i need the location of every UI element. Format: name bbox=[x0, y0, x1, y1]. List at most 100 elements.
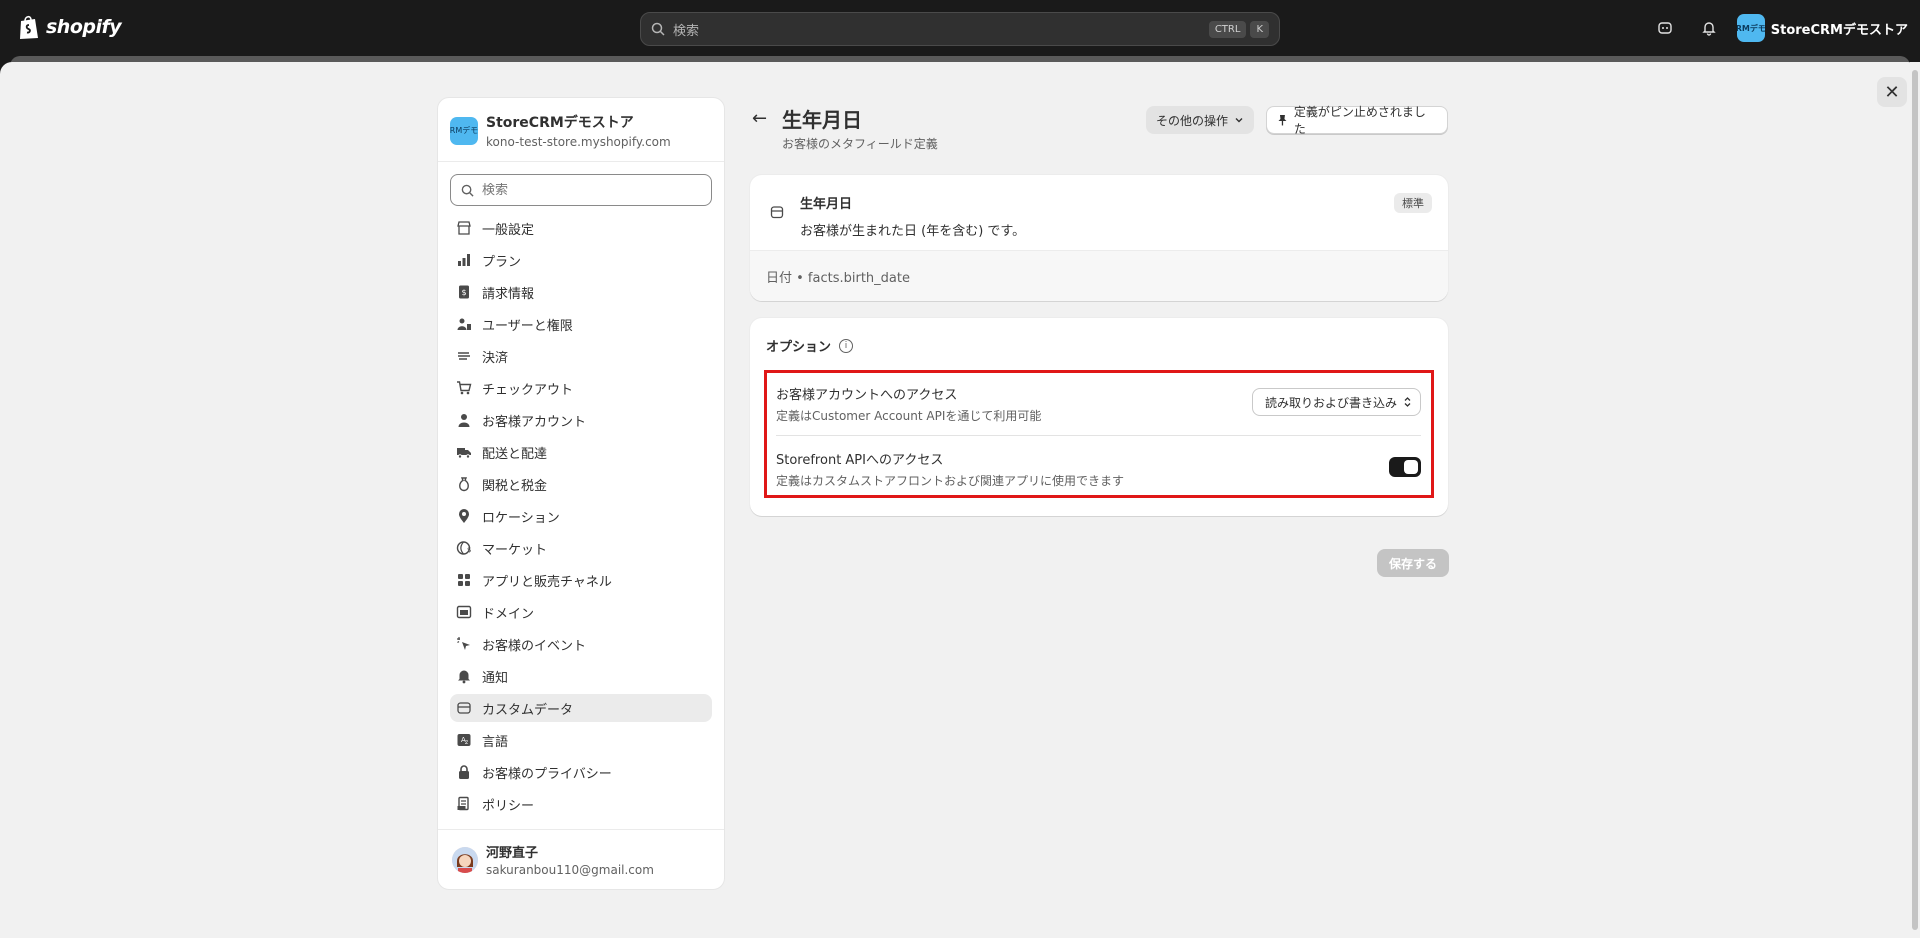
sidebar-item-9[interactable]: 関税と税金 bbox=[450, 470, 712, 498]
pinned-label: 定義がピン止めされました bbox=[1293, 105, 1426, 136]
sidebar-item-label: 請求情報 bbox=[482, 286, 535, 302]
sidebar-item-6[interactable]: チェックアウト bbox=[450, 374, 712, 402]
page-header: ← 生年月日 お客様のメタフィールド定義 その他の操作 定義がピン止めされました bbox=[752, 104, 1448, 152]
notifications-bell-icon[interactable] bbox=[1693, 12, 1725, 44]
global-search[interactable]: 検索 CTRL K bbox=[640, 12, 1280, 46]
sidebar-item-3[interactable]: $ 請求情報 bbox=[450, 278, 712, 306]
sidebar-item-label: チェックアウト bbox=[482, 382, 574, 398]
sidebar-item-15[interactable]: 通知 bbox=[450, 662, 712, 690]
store-name: StoreCRMデモストア bbox=[1770, 22, 1908, 38]
standard-badge: 標準 bbox=[1394, 193, 1432, 213]
sidebar-store-name: StoreCRMデモストア bbox=[486, 115, 634, 131]
sidebar-item-label: 一般設定 bbox=[482, 222, 535, 238]
svg-text:$: $ bbox=[461, 288, 466, 297]
payments-icon bbox=[456, 348, 472, 364]
cart-icon bbox=[456, 380, 472, 396]
customer-account-access-row: お客様アカウントへのアクセス 定義はCustomer Account APIを通… bbox=[776, 384, 1421, 424]
search-placeholder: 検索 bbox=[673, 23, 700, 39]
shopify-logo[interactable]: shopify bbox=[18, 14, 122, 40]
cursor-click-icon bbox=[456, 636, 472, 652]
info-icon[interactable]: i bbox=[839, 338, 854, 353]
search-icon bbox=[461, 184, 474, 197]
top-bar: shopify 検索 CTRL K RMデモ StoreCRMデモストア bbox=[0, 0, 1920, 56]
sidebar-item-10[interactable]: ロケーション bbox=[450, 502, 712, 530]
sidebar-item-12[interactable]: アプリと販売チャネル bbox=[450, 566, 712, 594]
definition-description: お客様が生まれた日 (年を含む) です。 bbox=[800, 224, 1026, 239]
storefront-access-title: Storefront APIへのアクセス bbox=[776, 453, 944, 468]
options-card: オプション i お客様アカウントへのアクセス 定義はCustomer Accou… bbox=[750, 318, 1448, 516]
language-icon: Az bbox=[456, 732, 472, 748]
shopify-bag-icon bbox=[20, 15, 38, 39]
sidebar-item-label: お客様のプライバシー bbox=[482, 766, 612, 782]
plan-chart-icon bbox=[456, 252, 472, 268]
definition-card: 生年月日 お客様が生まれた日 (年を含む) です。 標準 日付 • facts.… bbox=[750, 175, 1448, 301]
user-name: 河野直子 bbox=[486, 846, 539, 861]
definition-name: 生年月日 bbox=[800, 197, 853, 212]
location-pin-icon bbox=[456, 508, 472, 524]
pinned-definition-button[interactable]: 定義がピン止めされました bbox=[1266, 105, 1448, 136]
save-button[interactable]: 保存する bbox=[1377, 549, 1449, 577]
sidebar-item-label: 配送と配達 bbox=[482, 446, 548, 462]
storefront-access-toggle[interactable] bbox=[1389, 457, 1421, 477]
page-subtitle: お客様のメタフィールド定義 bbox=[782, 137, 938, 151]
more-actions-button[interactable]: その他の操作 bbox=[1146, 106, 1255, 134]
shortcut-key-ctrl: CTRL bbox=[1208, 20, 1247, 38]
more-actions-label: その他の操作 bbox=[1156, 113, 1229, 128]
sidebar-item-1[interactable]: 一般設定 bbox=[450, 214, 712, 242]
sidebar-item-5[interactable]: 決済 bbox=[450, 342, 712, 370]
sidekick-icon[interactable] bbox=[1649, 12, 1681, 44]
pin-icon bbox=[1278, 115, 1287, 126]
sidebar-item-2[interactable]: プラン bbox=[450, 246, 712, 274]
page-title: 生年月日 bbox=[782, 108, 862, 132]
billing-icon: $ bbox=[456, 284, 472, 300]
sidebar-item-19[interactable]: ポリシー bbox=[450, 790, 712, 818]
sidebar-user[interactable]: 河野直子 sakuranbou110@gmail.com bbox=[438, 829, 724, 889]
bell-icon bbox=[456, 668, 472, 684]
settings-search-input[interactable] bbox=[482, 182, 682, 198]
back-arrow-icon[interactable]: ← bbox=[752, 108, 767, 129]
store-menu-button[interactable]: RMデモ StoreCRMデモストア bbox=[1736, 14, 1908, 42]
sidebar-item-label: 言語 bbox=[482, 734, 509, 750]
sidebar-item-7[interactable]: お客様アカウント bbox=[450, 406, 712, 434]
sidebar-item-label: お客様のイベント bbox=[482, 638, 587, 654]
scrollbar-thumb[interactable] bbox=[1912, 70, 1918, 930]
sidebar-item-label: ポリシー bbox=[482, 798, 535, 814]
close-icon: ✕ bbox=[1884, 81, 1900, 103]
customer-account-access-select[interactable]: 読み取りおよび書き込み bbox=[1251, 388, 1421, 416]
storefront-access-row: Storefront APIへのアクセス 定義はカスタムストアフロントおよび関連… bbox=[776, 449, 1421, 489]
definition-type-key: 日付 • facts.birth_date bbox=[750, 250, 1448, 301]
sidebar-item-4[interactable]: ユーザーと権限 bbox=[450, 310, 712, 338]
truck-icon bbox=[456, 444, 472, 460]
customer-account-access-value: 読み取りおよび書き込み bbox=[1264, 395, 1397, 410]
chevron-down-icon bbox=[1235, 118, 1243, 123]
brand-wordmark: shopify bbox=[46, 16, 122, 38]
sidebar-item-16[interactable]: カスタムデータ bbox=[450, 694, 712, 722]
options-divider bbox=[776, 435, 1421, 436]
globe-icon: $ bbox=[456, 540, 472, 556]
sidebar-store-header: RMデモ StoreCRMデモストア kono-test-store.mysho… bbox=[438, 98, 724, 162]
sidebar-item-label: プラン bbox=[482, 254, 522, 270]
select-chevrons-icon bbox=[1404, 397, 1411, 407]
sidebar-item-14[interactable]: お客様のイベント bbox=[450, 630, 712, 658]
sidebar-item-label: 通知 bbox=[482, 670, 509, 686]
person-icon bbox=[456, 412, 472, 428]
user-email: sakuranbou110@gmail.com bbox=[486, 863, 654, 877]
scrollbar[interactable] bbox=[1910, 62, 1920, 938]
sidebar-item-label: 決済 bbox=[482, 350, 509, 366]
close-settings-button[interactable]: ✕ bbox=[1877, 77, 1907, 107]
sidebar-item-18[interactable]: お客様のプライバシー bbox=[450, 758, 712, 786]
money-bag-icon bbox=[456, 476, 472, 492]
shortcut-key-k: K bbox=[1250, 20, 1269, 38]
settings-search[interactable] bbox=[450, 174, 712, 206]
sidebar-item-17[interactable]: Az 言語 bbox=[450, 726, 712, 754]
sidebar-item-8[interactable]: 配送と配達 bbox=[450, 438, 712, 466]
sidebar-item-13[interactable]: ドメイン bbox=[450, 598, 712, 626]
lock-icon bbox=[456, 764, 472, 780]
search-icon bbox=[651, 22, 665, 36]
policy-icon bbox=[456, 796, 472, 812]
apps-icon bbox=[456, 572, 472, 588]
sidebar-item-11[interactable]: $ マーケット bbox=[450, 534, 712, 562]
sidebar-store-url: kono-test-store.myshopify.com bbox=[486, 135, 671, 149]
sidebar-item-label: ユーザーと権限 bbox=[482, 318, 573, 334]
sidebar-item-label: ドメイン bbox=[482, 606, 535, 622]
